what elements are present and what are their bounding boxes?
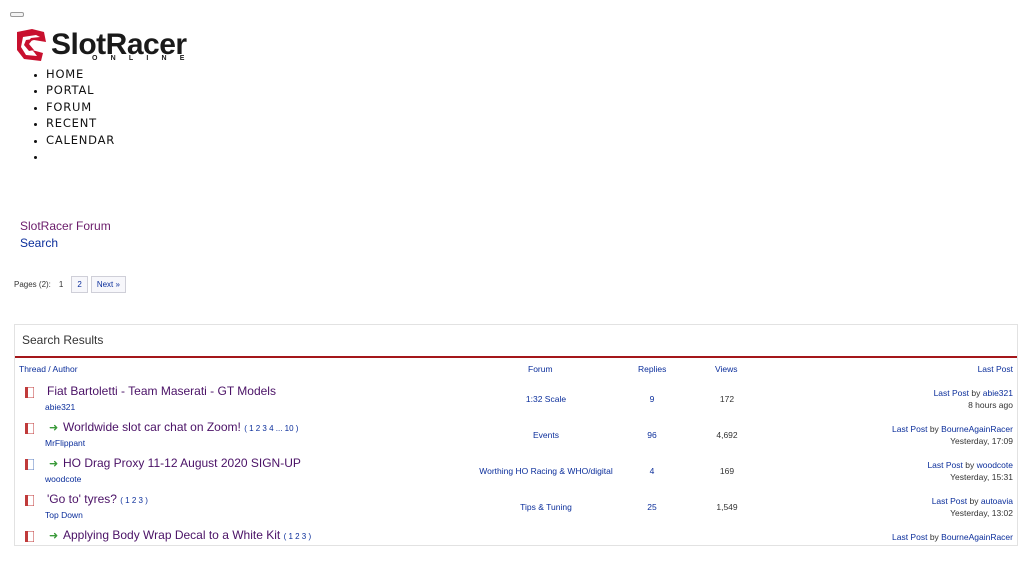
last-post-user-link[interactable]: BourneAgainRacer xyxy=(941,424,1013,434)
last-post-line: Last Post by abie321 xyxy=(934,388,1013,398)
last-post-user-link[interactable]: abie321 xyxy=(983,388,1013,398)
last-post-line: Last Post by woodcote xyxy=(927,460,1013,470)
thread-title-link: Worldwide slot car chat on Zoom! ( 1 2 3… xyxy=(63,420,298,434)
last-post-link[interactable]: Last Post xyxy=(927,460,962,470)
thread-forum-link[interactable]: 1:32 Scale xyxy=(461,394,631,404)
last-post-time: Yesterday, 13:02 xyxy=(950,508,1013,518)
last-post-link[interactable]: Last Post xyxy=(892,532,927,542)
thread-title-text[interactable]: 'Go to' tyres? xyxy=(47,492,117,506)
thread-icon xyxy=(25,423,34,434)
thread-pages-links[interactable]: ( 1 2 3 ) xyxy=(284,532,312,541)
table-row: ➜ Applying Body Wrap Decal to a White Ki… xyxy=(15,526,1017,562)
pagination: Pages (2): 1 2 Next » xyxy=(14,276,126,293)
last-post-line: Last Post by BourneAgainRacer xyxy=(892,532,1013,542)
table-row: ➜ HO Drag Proxy 11-12 August 2020 SIGN-U… xyxy=(15,454,1017,490)
thread-title-link[interactable]: Fiat Bartoletti - Team Maserati - GT Mod… xyxy=(47,384,276,398)
thread-views: 1,549 xyxy=(716,502,738,512)
last-post-user-link[interactable]: BourneAgainRacer xyxy=(941,532,1013,542)
main-nav: HOME PORTAL FORUM RECENT CALENDAR xyxy=(26,66,115,164)
breadcrumb-forum-link[interactable]: SlotRacer Forum xyxy=(20,219,111,233)
logo-mark-icon xyxy=(17,29,46,61)
site-logo[interactable]: SlotRacer ONLINE xyxy=(14,28,226,64)
nav-item-forum[interactable]: FORUM xyxy=(46,99,115,115)
table-row: 'Go to' tyres? ( 1 2 3 ) Top Down Tips &… xyxy=(15,490,1017,526)
thread-author-link[interactable]: woodcote xyxy=(45,474,81,484)
thread-author-link[interactable]: Top Down xyxy=(45,510,83,520)
col-views[interactable]: Views xyxy=(715,364,738,374)
last-post-line: Last Post by autoavia xyxy=(932,496,1013,506)
last-post-by: by xyxy=(969,496,979,506)
thread-forum-link[interactable]: Tips & Tuning xyxy=(461,502,631,512)
arrow-right-icon: ➜ xyxy=(49,422,59,434)
thread-views: 169 xyxy=(719,466,735,476)
col-forum[interactable]: Forum xyxy=(528,364,553,374)
results-title: Search Results xyxy=(15,325,1017,358)
thread-pages-links[interactable]: ( 1 2 3 4 ... 10 ) xyxy=(244,424,298,433)
col-thread-author[interactable]: Thread / Author xyxy=(19,364,78,374)
thread-author-link[interactable]: abie321 xyxy=(45,402,75,412)
nav-item-empty[interactable] xyxy=(46,148,115,164)
arrow-right-icon: ➜ xyxy=(49,458,59,470)
last-post-link[interactable]: Last Post xyxy=(934,388,969,398)
thread-title-link: 'Go to' tyres? ( 1 2 3 ) xyxy=(47,492,148,506)
last-post-time: 8 hours ago xyxy=(968,400,1013,410)
pagination-label: Pages (2): xyxy=(14,280,51,289)
last-post-line: Last Post by BourneAgainRacer xyxy=(892,424,1013,434)
last-post-link[interactable]: Last Post xyxy=(892,424,927,434)
last-post-by: by xyxy=(929,532,939,542)
thread-views: 172 xyxy=(719,394,735,404)
thread-icon xyxy=(25,459,34,470)
thread-title-text[interactable]: Applying Body Wrap Decal to a White Kit xyxy=(63,528,280,542)
menu-toggle-button[interactable] xyxy=(10,12,24,17)
thread-forum-link[interactable]: Events xyxy=(461,430,631,440)
nav-item-home[interactable]: HOME xyxy=(46,66,115,82)
nav-item-portal[interactable]: PORTAL xyxy=(46,82,115,98)
last-post-by: by xyxy=(929,424,939,434)
thread-replies-link[interactable]: 96 xyxy=(632,430,672,440)
thread-icon xyxy=(25,495,34,506)
search-results-panel: Search Results Thread / Author Forum Rep… xyxy=(14,324,1018,546)
logo-subtitle: ONLINE xyxy=(92,55,198,62)
pagination-next[interactable]: Next » xyxy=(90,276,126,293)
thread-title-link: Applying Body Wrap Decal to a White Kit … xyxy=(63,528,311,542)
pagination-page-2[interactable]: 2 xyxy=(71,276,88,293)
table-row: ➜ Worldwide slot car chat on Zoom! ( 1 2… xyxy=(15,418,1017,454)
thread-title-text[interactable]: Worldwide slot car chat on Zoom! xyxy=(63,420,241,434)
nav-item-calendar[interactable]: CALENDAR xyxy=(46,132,115,148)
thread-pages-links[interactable]: ( 1 2 3 ) xyxy=(120,496,148,505)
thread-forum-link[interactable]: Worthing HO Racing & WHO/digital xyxy=(461,466,631,476)
thread-replies-link[interactable]: 25 xyxy=(632,502,672,512)
thread-author-link[interactable]: MrFlippant xyxy=(45,438,85,448)
arrow-right-icon: ➜ xyxy=(49,530,59,542)
last-post-user-link[interactable]: woodcote xyxy=(977,460,1013,470)
thread-icon xyxy=(25,387,34,398)
col-last-post[interactable]: Last Post xyxy=(978,364,1013,374)
nav-item-recent[interactable]: RECENT xyxy=(46,115,115,131)
table-row: Fiat Bartoletti - Team Maserati - GT Mod… xyxy=(15,382,1017,418)
thread-title-link[interactable]: HO Drag Proxy 11-12 August 2020 SIGN-UP xyxy=(63,456,301,470)
breadcrumb-search-link[interactable]: Search xyxy=(20,236,58,250)
col-replies[interactable]: Replies xyxy=(638,364,666,374)
thread-replies-link[interactable]: 9 xyxy=(632,394,672,404)
thread-views: 4,692 xyxy=(716,430,738,440)
pagination-current: 1 xyxy=(58,280,64,289)
thread-replies-link[interactable]: 4 xyxy=(632,466,672,476)
last-post-link[interactable]: Last Post xyxy=(932,496,967,506)
last-post-user-link[interactable]: autoavia xyxy=(981,496,1013,506)
last-post-time: Yesterday, 15:31 xyxy=(950,472,1013,482)
last-post-by: by xyxy=(971,388,981,398)
last-post-by: by xyxy=(965,460,975,470)
last-post-time: Yesterday, 17:09 xyxy=(950,436,1013,446)
